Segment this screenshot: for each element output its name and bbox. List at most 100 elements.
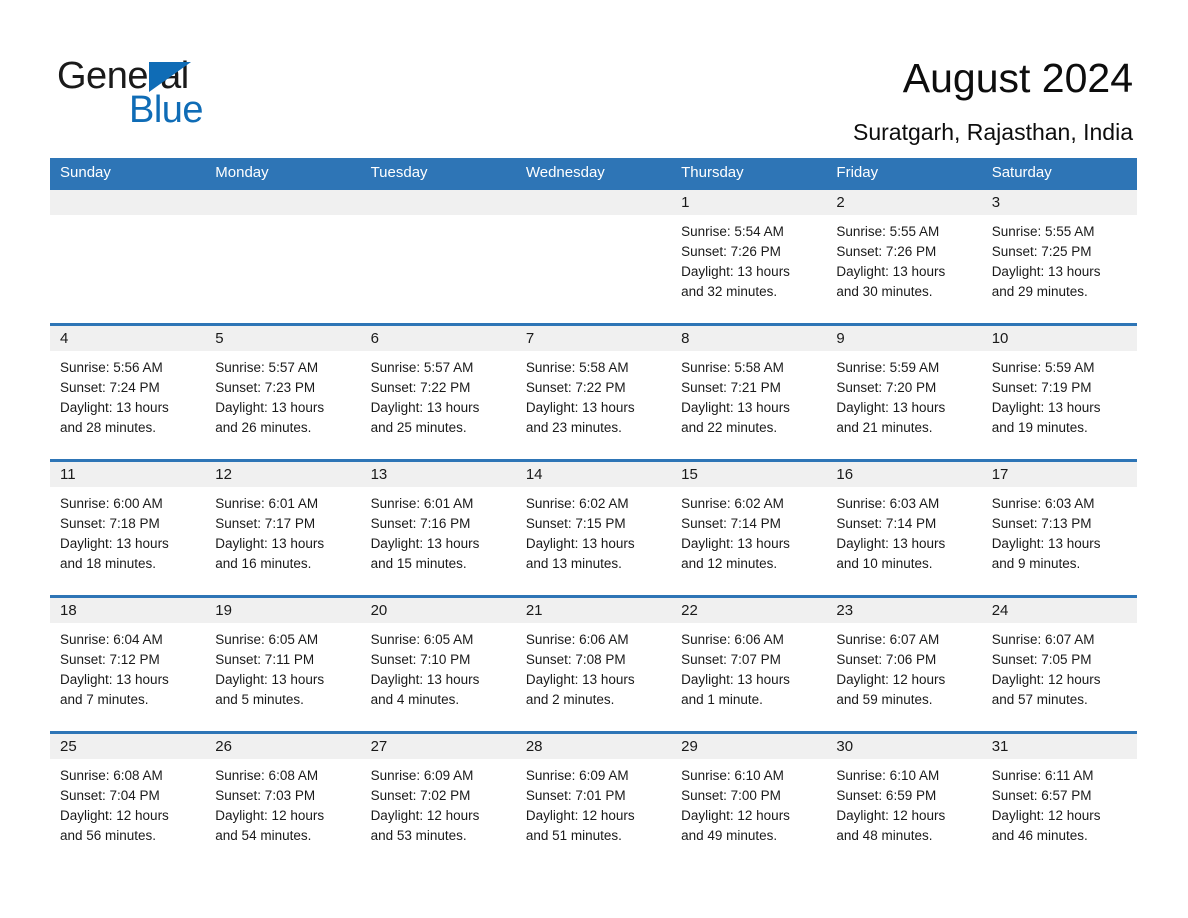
day-info-line: Sunset: 7:22 PM [525,380,626,395]
day-info-line: Daylight: 13 hours [525,672,635,687]
day-info-line: and 2 minutes. [525,692,615,707]
day-cell-empty [50,215,205,314]
day-info-line: Daylight: 13 hours [681,536,790,551]
day-info-line: Sunrise: 5:56 AM [60,360,163,375]
day-number-19[interactable]: 19 [205,598,360,623]
day-of-week-label-wednesday: Wednesday [525,164,605,181]
day-cell-16[interactable]: Sunrise: 6:03 AM Sunset: 7:14 PM Daylight:… [826,487,981,586]
day-info-line: Sunrise: 6:06 AM [525,632,629,647]
day-number-26[interactable]: 26 [205,734,360,759]
day-info-line: Sunset: 7:00 PM [681,788,781,803]
day-number-10[interactable]: 10 [982,326,1137,351]
day-number-13[interactable]: 13 [361,462,516,487]
day-number-3[interactable]: 3 [982,190,1137,215]
day-cell-17[interactable]: Sunrise: 6:03 AM Sunset: 7:13 PM Daylight:… [982,487,1137,586]
day-info-line: Daylight: 13 hours [60,400,169,415]
day-info-line: and 30 minutes. [836,284,933,299]
general-blue-logo[interactable]: General Blue [57,55,357,135]
day-cell-19[interactable]: Sunrise: 6:05 AM Sunset: 7:11 PM Daylight:… [205,623,360,722]
day-cell-22[interactable]: Sunrise: 6:06 AM Sunset: 7:07 PM Daylight:… [671,623,826,722]
day-number-empty [361,190,516,215]
day-info-line: Sunset: 7:15 PM [525,516,626,531]
day-number-29[interactable]: 29 [671,734,826,759]
day-cell-3[interactable]: Sunrise: 5:55 AM Sunset: 7:25 PM Daylight:… [982,215,1137,314]
day-info-line: and 12 minutes. [681,556,778,571]
calendar-week-row: 4 5 6 7 8 9 10 Sunrise: 5:56 AM Sunset: 7:24 PM D… [50,323,1137,450]
day-number-22[interactable]: 22 [671,598,826,623]
day-number-12[interactable]: 12 [205,462,360,487]
day-cell-18[interactable]: Sunrise: 6:04 AM Sunset: 7:12 PM Daylight:… [50,623,205,722]
day-number-17[interactable]: 17 [982,462,1137,487]
day-info-line: and 9 minutes. [991,556,1081,571]
day-info-line: Sunrise: 6:05 AM [215,632,319,647]
day-info-line: and 32 minutes. [681,284,778,299]
day-cell-4[interactable]: Sunrise: 5:56 AM Sunset: 7:24 PM Daylight:… [50,351,205,450]
day-info-line: Sunset: 7:23 PM [215,380,316,395]
day-cell-28[interactable]: Sunrise: 6:09 AM Sunset: 7:01 PM Daylight:… [516,759,671,858]
day-cell-15[interactable]: Sunrise: 6:02 AM Sunset: 7:14 PM Daylight:… [671,487,826,586]
day-number-30[interactable]: 30 [826,734,981,759]
day-info-line: and 7 minutes. [60,692,149,707]
day-number-2[interactable]: 2 [826,190,981,215]
day-cell-11[interactable]: Sunrise: 6:00 AM Sunset: 7:18 PM Daylight:… [50,487,205,586]
day-cell-6[interactable]: Sunrise: 5:57 AM Sunset: 7:22 PM Daylight:… [361,351,516,450]
day-info-line: Daylight: 12 hours [60,808,169,823]
day-number-1[interactable]: 1 [671,190,826,215]
day-cell-8[interactable]: Sunrise: 5:58 AM Sunset: 7:21 PM Daylight:… [671,351,826,450]
day-info-line: and 57 minutes. [991,692,1088,707]
day-number-5[interactable]: 5 [205,326,360,351]
day-number-14[interactable]: 14 [516,462,671,487]
day-info-line: Sunset: 7:07 PM [681,652,781,667]
day-number-31[interactable]: 31 [982,734,1137,759]
day-number-11[interactable]: 11 [50,462,205,487]
day-info-line: Sunset: 7:08 PM [525,652,626,667]
day-info-line: and 10 minutes. [836,556,933,571]
day-cell-30[interactable]: Sunrise: 6:10 AM Sunset: 6:59 PM Daylight:… [826,759,981,858]
day-cell-21[interactable]: Sunrise: 6:06 AM Sunset: 7:08 PM Daylight:… [516,623,671,722]
day-cell-26[interactable]: Sunrise: 6:08 AM Sunset: 7:03 PM Daylight:… [205,759,360,858]
day-number-9[interactable]: 9 [826,326,981,351]
day-number-23[interactable]: 23 [826,598,981,623]
day-number-18[interactable]: 18 [50,598,205,623]
day-info-line: and 56 minutes. [60,828,157,843]
day-cell-2[interactable]: Sunrise: 5:55 AM Sunset: 7:26 PM Daylight:… [826,215,981,314]
day-cell-14[interactable]: Sunrise: 6:02 AM Sunset: 7:15 PM Daylight:… [516,487,671,586]
day-info-line: Sunrise: 6:04 AM [60,632,163,647]
day-cell-13[interactable]: Sunrise: 6:01 AM Sunset: 7:16 PM Daylight:… [361,487,516,586]
day-cell-20[interactable]: Sunrise: 6:05 AM Sunset: 7:10 PM Daylight:… [361,623,516,722]
day-info-line: Sunrise: 6:08 AM [215,768,319,783]
day-number-4[interactable]: 4 [50,326,205,351]
day-info-line: Sunset: 7:06 PM [836,652,937,667]
day-cell-27[interactable]: Sunrise: 6:09 AM Sunset: 7:02 PM Daylight:… [361,759,516,858]
week-detail-band: Sunrise: 6:04 AM Sunset: 7:12 PM Daylight:… [50,623,1137,722]
day-info-line: Daylight: 13 hours [215,672,325,687]
day-cell-24[interactable]: Sunrise: 6:07 AM Sunset: 7:05 PM Daylight:… [982,623,1137,722]
day-cell-31[interactable]: Sunrise: 6:11 AM Sunset: 6:57 PM Daylight:… [982,759,1137,858]
day-info-line: Daylight: 13 hours [836,264,946,279]
day-number-20[interactable]: 20 [361,598,516,623]
day-number-27[interactable]: 27 [361,734,516,759]
day-cell-10[interactable]: Sunrise: 5:59 AM Sunset: 7:19 PM Daylight:… [982,351,1137,450]
day-number-24[interactable]: 24 [982,598,1137,623]
day-number-7[interactable]: 7 [516,326,671,351]
day-info-line: Sunset: 7:25 PM [991,244,1092,259]
day-info-line: Daylight: 12 hours [370,808,480,823]
day-info-line: Sunset: 7:11 PM [215,652,315,667]
day-cell-7[interactable]: Sunrise: 5:58 AM Sunset: 7:22 PM Daylight:… [516,351,671,450]
day-of-week-label-thursday: Thursday [681,164,744,181]
day-cell-12[interactable]: Sunrise: 6:01 AM Sunset: 7:17 PM Daylight:… [205,487,360,586]
day-number-15[interactable]: 15 [671,462,826,487]
day-cell-1[interactable]: Sunrise: 5:54 AM Sunset: 7:26 PM Daylight:… [671,215,826,314]
day-cell-25[interactable]: Sunrise: 6:08 AM Sunset: 7:04 PM Daylight:… [50,759,205,858]
day-cell-5[interactable]: Sunrise: 5:57 AM Sunset: 7:23 PM Daylight:… [205,351,360,450]
day-number-8[interactable]: 8 [671,326,826,351]
day-info-line: and 51 minutes. [525,828,622,843]
day-cell-9[interactable]: Sunrise: 5:59 AM Sunset: 7:20 PM Daylight:… [826,351,981,450]
day-cell-23[interactable]: Sunrise: 6:07 AM Sunset: 7:06 PM Daylight:… [826,623,981,722]
day-number-28[interactable]: 28 [516,734,671,759]
day-cell-29[interactable]: Sunrise: 6:10 AM Sunset: 7:00 PM Daylight:… [671,759,826,858]
day-number-21[interactable]: 21 [516,598,671,623]
day-number-25[interactable]: 25 [50,734,205,759]
day-number-6[interactable]: 6 [361,326,516,351]
day-number-16[interactable]: 16 [826,462,981,487]
